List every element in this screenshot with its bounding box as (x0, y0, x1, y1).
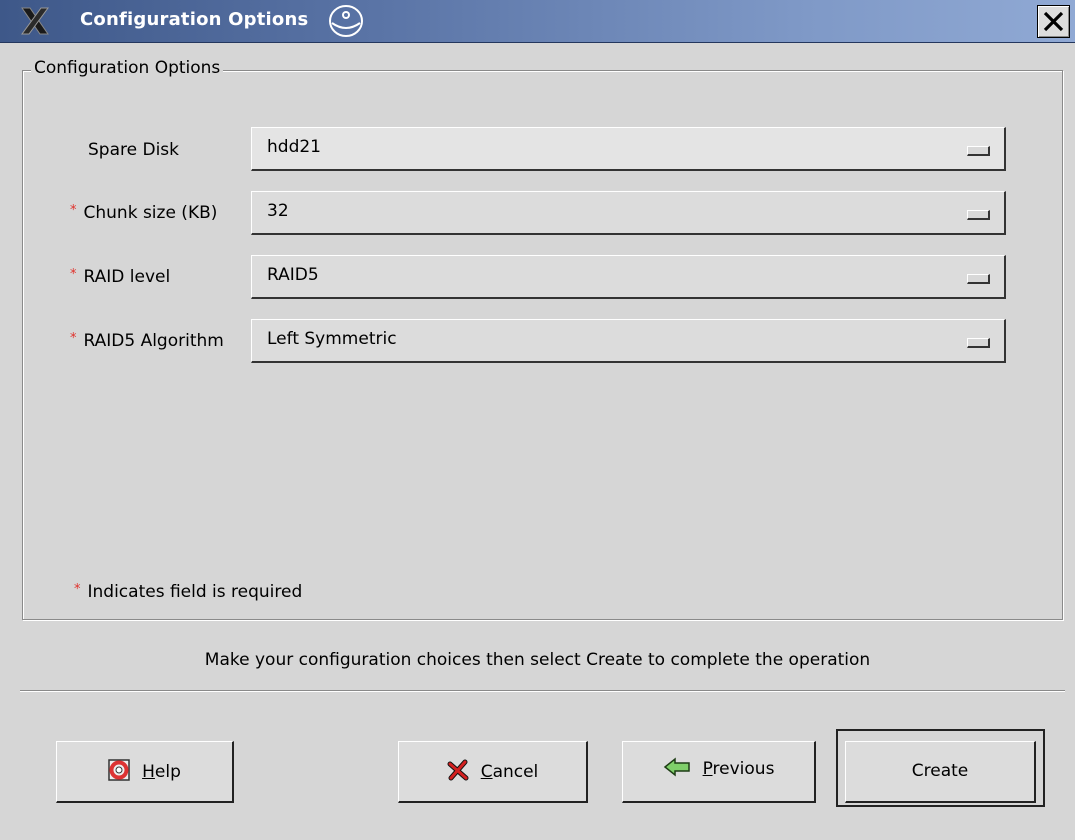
lifebuoy-icon (108, 759, 130, 781)
raid5-algorithm-label-text: RAID5 Algorithm (83, 331, 224, 351)
required-note: * Indicates field is required (74, 582, 302, 602)
x-logo-icon (21, 7, 49, 35)
group-legend: Configuration Options (31, 58, 224, 78)
help-mnemonic: H (142, 762, 155, 782)
cancel-button-content: Cancel (399, 759, 586, 783)
create-button[interactable]: Create (845, 741, 1036, 803)
combo-indicator-icon (967, 210, 990, 220)
raid-level-value: RAID5 (267, 265, 319, 285)
spare-disk-combo[interactable]: hdd21 (251, 127, 1006, 171)
spare-disk-value: hdd21 (267, 137, 321, 157)
red-x-icon (447, 759, 469, 781)
cancel-mnemonic: C (480, 762, 493, 782)
separator (20, 690, 1065, 692)
raid-level-label-text: RAID level (83, 267, 171, 287)
required-asterisk: * (70, 331, 77, 346)
close-button[interactable] (1037, 5, 1070, 38)
combo-indicator-icon (967, 338, 990, 348)
spare-disk-label-text: Spare Disk (88, 140, 179, 160)
previous-button-content: Previous (623, 757, 814, 779)
required-asterisk: * (70, 203, 77, 218)
close-x-icon (1043, 11, 1064, 32)
combo-indicator-icon (967, 274, 990, 284)
previous-button[interactable]: Previous (622, 741, 816, 803)
raid-level-combo[interactable]: RAID5 (251, 255, 1006, 299)
chunk-size-combo[interactable]: 32 (251, 191, 1006, 235)
spare-disk-label: Spare Disk (88, 140, 179, 160)
previous-mnemonic: P (702, 759, 713, 779)
required-asterisk: * (74, 582, 81, 597)
cancel-button[interactable]: Cancel (398, 741, 588, 803)
chunk-size-value: 32 (267, 201, 289, 221)
raid5-algorithm-label: * RAID5 Algorithm (70, 331, 224, 351)
cancel-label-rest: ancel (492, 762, 539, 782)
combo-indicator-icon (967, 146, 990, 156)
previous-label-rest: revious (712, 759, 775, 779)
help-label-rest: elp (154, 762, 181, 782)
globe-icon (329, 5, 363, 37)
required-note-text: Indicates field is required (87, 582, 303, 602)
arrow-left-icon (663, 757, 690, 777)
title-bar: Configuration Options (0, 0, 1075, 43)
instruction-text: Make your configuration choices then sel… (204, 650, 871, 670)
help-button-content: Help (57, 759, 232, 783)
help-button[interactable]: Help (56, 741, 234, 803)
raid5-algorithm-value: Left Symmetric (267, 329, 397, 349)
window-title: Configuration Options (80, 9, 309, 30)
required-asterisk: * (70, 267, 77, 282)
create-label: Create (911, 761, 969, 781)
chunk-size-label-text: Chunk size (KB) (83, 203, 218, 223)
chunk-size-label: * Chunk size (KB) (70, 203, 217, 223)
raid5-algorithm-combo[interactable]: Left Symmetric (251, 319, 1006, 363)
raid-level-label: * RAID level (70, 267, 170, 287)
